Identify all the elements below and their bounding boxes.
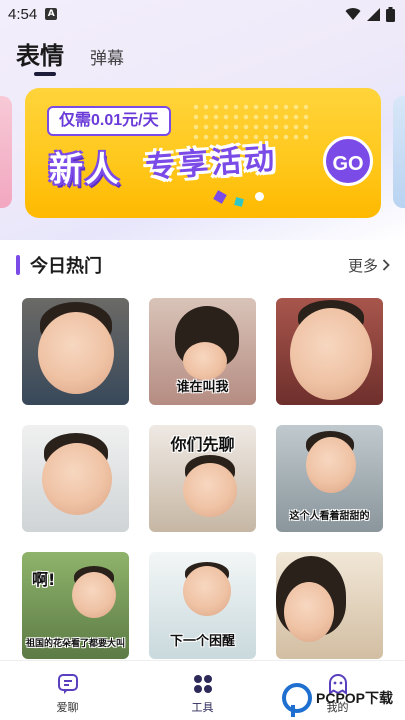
sticker-item[interactable]: 这个人看着甜甜的 <box>276 425 383 532</box>
sticker-caption: 这个人看着甜甜的 <box>289 511 370 522</box>
status-time: 4:54 <box>8 5 38 23</box>
banner-headline-exclusive: 专享活动 <box>144 141 279 186</box>
banner-prev-peek[interactable] <box>0 96 12 208</box>
signal-icon <box>367 7 380 21</box>
sticker-photo <box>306 437 356 493</box>
sticker-photo <box>42 443 112 515</box>
watermark-text: PCPOP下载 <box>316 690 394 706</box>
sticker-caption: 谁在叫我 <box>176 380 229 395</box>
more-link[interactable]: 更多 <box>348 255 390 276</box>
chevron-right-icon <box>382 259 390 271</box>
app-notification-icon: A <box>45 8 58 20</box>
sticker-item[interactable]: 下一个困醒 <box>149 552 256 659</box>
banner-confetti <box>234 197 244 207</box>
sticker-caption: 你们先聊 <box>170 435 235 454</box>
tab-emoji[interactable]: 表情 <box>16 36 64 76</box>
sticker-photo <box>284 582 334 642</box>
sticker-caption: 下一个困醒 <box>169 634 235 649</box>
section-title: 今日热门 <box>30 256 102 277</box>
wifi-icon <box>345 7 361 20</box>
watermark: PCPOP下载 <box>282 678 405 718</box>
tab-danmaku-label: 弹幕 <box>90 49 124 69</box>
sticker-item[interactable]: 你们先聊 <box>149 425 256 532</box>
tab-danmaku[interactable]: 弹幕 <box>90 44 124 69</box>
nav-label-chat: 爱聊 <box>56 701 79 714</box>
banner-confetti <box>255 192 264 201</box>
status-bar: 4:54 A <box>0 0 405 28</box>
hot-today-header: 今日热门 更多 <box>16 254 390 277</box>
banner-confetti <box>213 190 227 204</box>
grid-dots-icon <box>193 675 212 693</box>
section-accent-bar <box>16 255 20 275</box>
banner-headline-new: 新人 <box>49 150 121 190</box>
nav-item-chat[interactable]: 爱聊 <box>0 661 135 720</box>
sticker-photo <box>183 463 237 517</box>
banner-go-button[interactable]: GO <box>323 136 373 186</box>
sticker-item[interactable]: 啊! 祖国的花朵看了都要大叫 <box>22 552 129 659</box>
sticker-photo <box>183 342 227 380</box>
sticker-caption: 祖国的花朵看了都要大叫 <box>25 639 125 649</box>
sticker-photo <box>72 572 116 618</box>
tab-active-indicator <box>34 72 56 76</box>
more-link-label: 更多 <box>347 256 378 275</box>
sticker-item[interactable] <box>22 425 129 532</box>
sticker-item[interactable]: 谁在叫我 <box>149 298 256 405</box>
battery-icon <box>386 6 395 22</box>
sticker-item[interactable] <box>276 552 383 659</box>
sticker-grid: 谁在叫我 你们先聊 这个人看着甜甜的 啊! 祖国的花朵看了都要大叫 下一个困醒 <box>22 298 383 659</box>
watermark-logo-icon <box>282 683 312 717</box>
chat-icon <box>57 674 78 694</box>
nav-label-tools: 工具 <box>191 701 214 714</box>
top-tabs: 表情 弹幕 <box>16 36 124 76</box>
sticker-photo <box>290 308 372 400</box>
sticker-photo <box>38 312 114 394</box>
banner-price-label: 仅需0.01元/天 <box>47 106 171 136</box>
banner-carousel[interactable]: 仅需0.01元/天 新人 专享活动 GO <box>0 88 405 218</box>
sticker-photo <box>183 566 231 616</box>
nav-item-tools[interactable]: 工具 <box>135 661 270 720</box>
sticker-item[interactable] <box>276 298 383 405</box>
sticker-item[interactable] <box>22 298 129 405</box>
banner-next-peek[interactable] <box>393 96 405 208</box>
promo-banner[interactable]: 仅需0.01元/天 新人 专享活动 GO <box>25 88 381 218</box>
tab-emoji-label: 表情 <box>16 42 64 70</box>
